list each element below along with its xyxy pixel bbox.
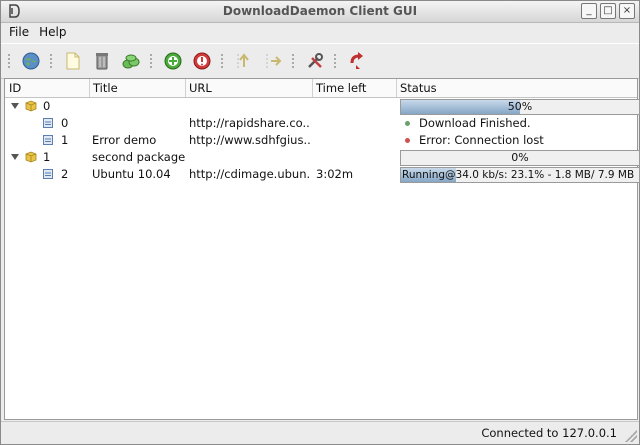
download-id: 2	[61, 167, 69, 181]
status-bar: Connected to 127.0.0.1	[1, 421, 639, 444]
activate-icon	[164, 52, 182, 70]
configure-button[interactable]	[302, 48, 328, 74]
menu-bar: File Help	[1, 23, 639, 41]
delete-finished-icon	[122, 54, 140, 69]
download-title: Error demo	[92, 133, 157, 147]
delete-finished-button[interactable]	[118, 48, 144, 74]
menu-file[interactable]: File	[9, 23, 29, 41]
reload-button[interactable]	[344, 48, 370, 74]
package-row[interactable]: 1 second package 0%	[5, 149, 640, 166]
package-row[interactable]: 0 50%	[5, 98, 640, 115]
package-title: second package	[92, 150, 186, 164]
activate-button[interactable]	[160, 48, 186, 74]
add-icon	[66, 52, 80, 70]
column-header-status[interactable]: Status	[396, 79, 637, 97]
download-row[interactable]: 1 Error demo http://www.sdhfgius... Erro…	[5, 132, 637, 149]
resize-grip-icon[interactable]	[625, 430, 637, 442]
toolbar-grip[interactable]	[334, 54, 339, 68]
download-time-left: 3:02m	[316, 167, 354, 181]
toolbar-grip[interactable]	[8, 54, 13, 68]
priority-down-icon	[266, 54, 282, 68]
toolbar-grip[interactable]	[221, 54, 226, 68]
download-progress-bar: Running@34.0 kb/s: 23.1% - 1.8 MB/ 7.9 M…	[400, 167, 640, 183]
toolbar-grip[interactable]	[292, 54, 297, 68]
minimize-button[interactable]: _	[581, 3, 597, 19]
download-title: Ubuntu 10.04	[92, 167, 171, 181]
table-header: ID Title URL Time left Status	[5, 79, 637, 98]
package-id: 1	[43, 150, 51, 164]
package-icon	[25, 100, 37, 112]
column-header-id[interactable]: ID	[5, 79, 90, 97]
column-header-title[interactable]: Title	[89, 79, 186, 97]
priority-down-button[interactable]	[260, 48, 286, 74]
menu-help[interactable]: Help	[39, 23, 66, 41]
download-url: http://www.sdhfgius...	[189, 133, 311, 147]
deactivate-button[interactable]	[189, 48, 215, 74]
progress-text: 50%	[507, 100, 533, 113]
priority-up-icon	[237, 53, 249, 68]
add-download-button[interactable]	[60, 48, 86, 74]
toolbar-grip[interactable]	[150, 54, 155, 68]
toolbar	[1, 43, 639, 79]
finished-status-icon	[405, 121, 410, 126]
file-icon	[43, 169, 53, 179]
download-row[interactable]: 0 http://rapidshare.co... Download Finis…	[5, 115, 637, 132]
download-url: http://rapidshare.co...	[189, 116, 311, 130]
connection-status: Connected to 127.0.0.1	[481, 426, 617, 440]
column-header-url[interactable]: URL	[185, 79, 313, 97]
column-header-time-left[interactable]: Time left	[312, 79, 397, 97]
download-status: Download Finished.	[419, 116, 531, 130]
download-status: Error: Connection lost	[419, 133, 544, 147]
file-icon	[43, 118, 53, 128]
delete-icon	[96, 53, 108, 70]
download-list[interactable]: ID Title URL Time left Status 0 50% 0 ht…	[4, 78, 640, 420]
file-icon	[43, 135, 53, 145]
toolbar-grip[interactable]	[50, 54, 55, 68]
delete-download-button[interactable]	[89, 48, 115, 74]
package-progress-bar: 50%	[400, 99, 640, 115]
close-button[interactable]: ×	[619, 3, 635, 19]
progress-text: Running@34.0 kb/s: 23.1% - 1.8 MB/ 7.9 M…	[402, 169, 635, 181]
expand-arrow-icon[interactable]	[11, 103, 19, 109]
package-id: 0	[43, 99, 51, 113]
download-row[interactable]: 2 Ubuntu 10.04 http://cdimage.ubun... 3:…	[5, 166, 640, 183]
deactivate-icon	[193, 52, 211, 70]
download-id: 1	[61, 133, 69, 147]
configure-icon	[308, 53, 323, 68]
error-status-icon	[405, 138, 410, 143]
connect-button[interactable]	[18, 48, 44, 74]
priority-up-button[interactable]	[231, 48, 257, 74]
download-url: http://cdimage.ubun...	[189, 167, 311, 181]
main-window: DownloadDaemon Client GUI _ □ × File Hel…	[0, 0, 640, 445]
window-title: DownloadDaemon Client GUI	[222, 4, 418, 18]
connect-icon	[22, 52, 40, 70]
maximize-button[interactable]: □	[600, 3, 616, 19]
title-bar[interactable]: DownloadDaemon Client GUI _ □ ×	[1, 1, 639, 23]
package-icon	[25, 151, 37, 163]
reload-icon	[350, 52, 363, 69]
progress-text: 0%	[511, 151, 529, 164]
download-id: 0	[61, 116, 69, 130]
expand-arrow-icon[interactable]	[11, 154, 19, 160]
package-progress-bar: 0%	[400, 150, 640, 166]
